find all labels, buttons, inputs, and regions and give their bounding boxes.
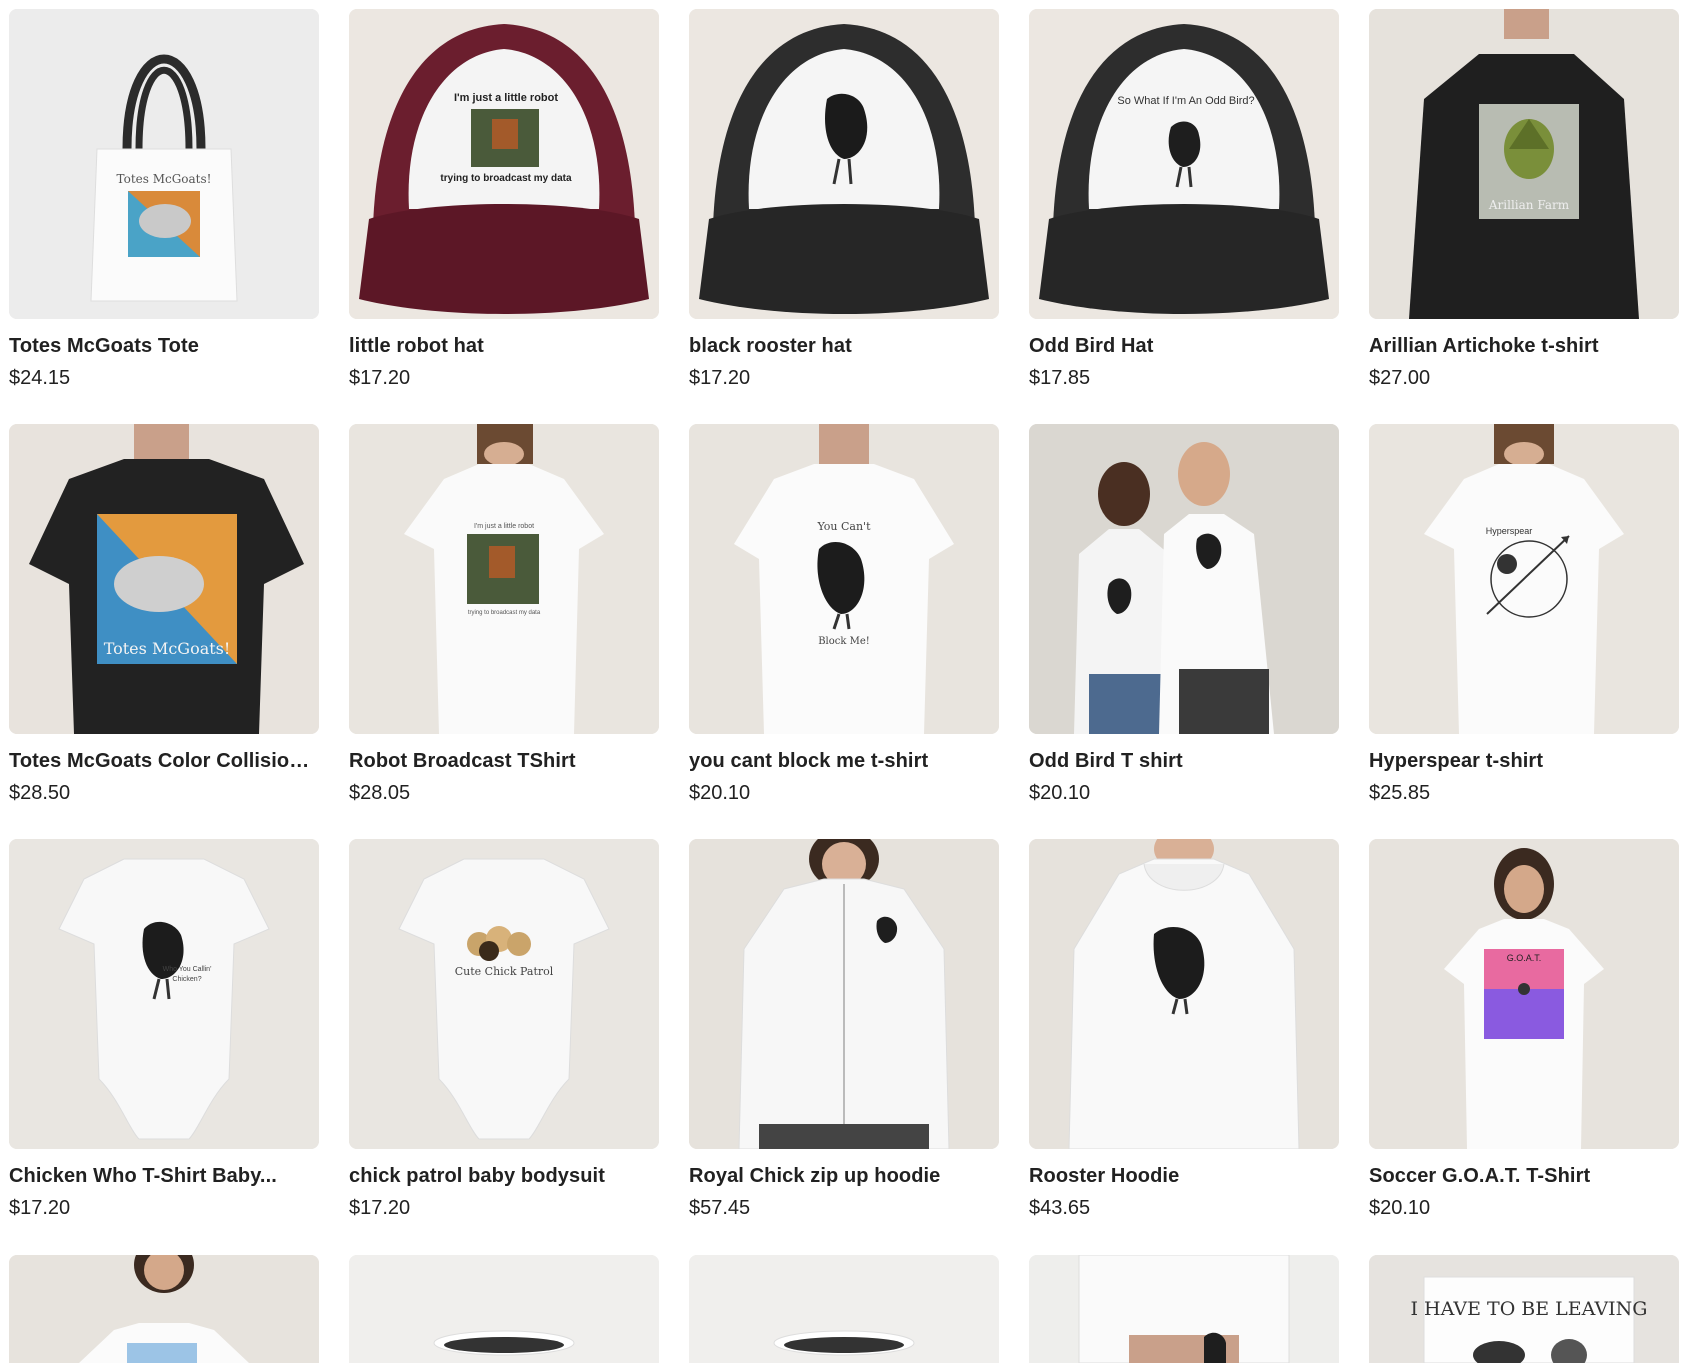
product-image[interactable]: Totes McGoats! (9, 9, 319, 319)
product-price: $17.20 (689, 367, 751, 389)
tee-print-bottom: trying to broadcast my data (468, 610, 541, 616)
onesie-print-text: Cute Chick Patrol (455, 965, 554, 978)
product-name[interactable]: Royal Chick zip up hoodie (689, 1165, 999, 1188)
product-image[interactable]: Cute Chick Patrol (349, 839, 659, 1149)
product-name[interactable]: black rooster hat (689, 335, 999, 358)
product-card[interactable]: black rooster hat $17.20 (689, 9, 999, 424)
product-price: $25.85 (1369, 782, 1431, 804)
product-card[interactable]: Rooster Hoodie $43.65 (1029, 839, 1339, 1254)
product-price: $28.05 (349, 782, 411, 804)
tee-print-text: G.O.A.T. (1507, 953, 1542, 963)
product-price: $17.20 (349, 367, 411, 389)
product-image[interactable]: I HAVE TO BE LEAVING (1369, 1255, 1679, 1363)
product-image[interactable] (689, 9, 999, 319)
product-card[interactable]: Odd Bird T shirt $20.10 (1029, 424, 1339, 839)
product-card[interactable]: I'm just a little robot trying to broadc… (349, 424, 659, 839)
product-name[interactable]: Arillian Artichoke t-shirt (1369, 335, 1679, 358)
product-card[interactable]: Arillian Farm Arillian Artichoke t-shirt… (1369, 9, 1679, 424)
product-card[interactable]: So What If I'm An Odd Bird? Odd Bird Hat… (1029, 9, 1339, 424)
product-image[interactable]: I'm just a little robot trying to broadc… (349, 424, 659, 734)
product-name[interactable]: Odd Bird Hat (1029, 335, 1339, 358)
product-name[interactable]: Chicken Who T-Shirt Baby... (9, 1165, 319, 1188)
product-card[interactable]: Royal Chick zip up hoodie $57.45 (689, 839, 999, 1254)
product-name[interactable]: Soccer G.O.A.T. T-Shirt (1369, 1165, 1679, 1188)
product-price: $17.20 (9, 1197, 71, 1219)
product-name[interactable]: little robot hat (349, 335, 659, 358)
product-card[interactable] (349, 1255, 659, 1363)
tee-print-bottom: Block Me! (818, 636, 870, 647)
product-grid-partial-row: I HAVE TO BE LEAVING (9, 1255, 1679, 1363)
product-price: $20.10 (1029, 782, 1091, 804)
product-image[interactable]: So What If I'm An Odd Bird? (1029, 9, 1339, 319)
tote-print-text: Totes McGoats! (117, 172, 212, 186)
onesie-print-bottom: Chicken? (172, 976, 201, 983)
product-card[interactable]: Totes McGoats! Totes McGoats Color Colli… (9, 424, 319, 839)
hat-print-text: So What If I'm An Odd Bird? (1117, 95, 1254, 107)
product-image[interactable] (689, 1255, 999, 1363)
product-name[interactable]: Totes McGoats Color Collision ... (9, 750, 319, 773)
product-image[interactable]: I'm just a little robot trying to broadc… (349, 9, 659, 319)
product-card[interactable]: You Can't Block Me! you cant block me t-… (689, 424, 999, 839)
product-card[interactable] (689, 1255, 999, 1363)
product-image[interactable]: Who You Callin' Chicken? (9, 839, 319, 1149)
product-name[interactable]: Odd Bird T shirt (1029, 750, 1339, 773)
card-print-text: I HAVE TO BE LEAVING (1411, 1298, 1648, 1320)
product-price: $20.10 (1369, 1197, 1431, 1219)
product-name[interactable]: Robot Broadcast TShirt (349, 750, 659, 773)
onesie-print-top: Who You Callin' (163, 966, 212, 973)
hat-print-bottom: trying to broadcast my data (440, 173, 572, 184)
product-card[interactable]: Cute Chick Patrol chick patrol baby body… (349, 839, 659, 1254)
product-price: $57.45 (689, 1197, 751, 1219)
product-price: $43.65 (1029, 1197, 1091, 1219)
tee-print-text: Hyperspear (1486, 526, 1533, 536)
product-image[interactable] (689, 839, 999, 1149)
product-card[interactable]: Hyperspear Hyperspear t-shirt $25.85 (1369, 424, 1679, 839)
product-name[interactable]: chick patrol baby bodysuit (349, 1165, 659, 1188)
product-image[interactable] (9, 1255, 319, 1363)
product-image[interactable]: Totes McGoats! (9, 424, 319, 734)
tee-print-text: Totes McGoats! (104, 639, 231, 658)
product-image[interactable] (1029, 839, 1339, 1149)
hat-print-top: I'm just a little robot (454, 92, 558, 104)
product-card[interactable]: Who You Callin' Chicken? Chicken Who T-S… (9, 839, 319, 1254)
tee-print-text: Arillian Farm (1488, 198, 1570, 212)
product-card[interactable]: I'm just a little robot trying to broadc… (349, 9, 659, 424)
product-image[interactable] (349, 1255, 659, 1363)
product-image[interactable]: G.O.A.T. (1369, 839, 1679, 1149)
product-price: $27.00 (1369, 367, 1431, 389)
product-card[interactable]: G.O.A.T. Soccer G.O.A.T. T-Shirt $20.10 (1369, 839, 1679, 1254)
product-image[interactable]: Arillian Farm (1369, 9, 1679, 319)
product-card[interactable]: Totes McGoats! Totes McGoats Tote $24.15 (9, 9, 319, 424)
product-name[interactable]: Rooster Hoodie (1029, 1165, 1339, 1188)
product-image[interactable] (1029, 424, 1339, 734)
product-card[interactable] (9, 1255, 319, 1363)
tee-print-top: You Can't (816, 520, 871, 533)
product-image[interactable] (1029, 1255, 1339, 1363)
product-price: $17.20 (349, 1197, 411, 1219)
product-price: $20.10 (689, 782, 751, 804)
tee-print-top: I'm just a little robot (474, 523, 534, 530)
product-card[interactable] (1029, 1255, 1339, 1363)
product-grid: Totes McGoats! Totes McGoats Tote $24.15… (9, 9, 1679, 1254)
product-name[interactable]: Hyperspear t-shirt (1369, 750, 1679, 773)
product-card[interactable]: I HAVE TO BE LEAVING (1369, 1255, 1679, 1363)
product-price: $17.85 (1029, 367, 1091, 389)
product-name[interactable]: Totes McGoats Tote (9, 335, 319, 358)
product-name[interactable]: you cant block me t-shirt (689, 750, 999, 773)
product-price: $28.50 (9, 782, 71, 804)
product-price: $24.15 (9, 367, 71, 389)
product-image[interactable]: You Can't Block Me! (689, 424, 999, 734)
product-image[interactable]: Hyperspear (1369, 424, 1679, 734)
